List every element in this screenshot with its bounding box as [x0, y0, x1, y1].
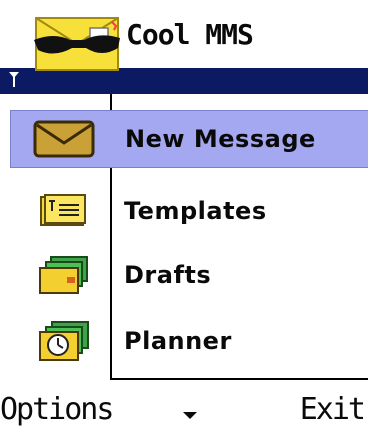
- options-softkey[interactable]: Options: [0, 392, 114, 427]
- menu-item-templates[interactable]: Templates: [10, 182, 368, 240]
- menu-item-drafts[interactable]: Drafts: [10, 246, 368, 304]
- envelope-icon: [29, 115, 99, 163]
- content-bottom-border: [110, 378, 368, 380]
- menu-item-label: Drafts: [124, 261, 212, 289]
- menu-item-label: Planner: [124, 327, 232, 355]
- sunglasses-envelope-logo: [34, 17, 120, 71]
- menu-item-planner[interactable]: Planner: [10, 312, 368, 370]
- exit-softkey[interactable]: Exit: [300, 392, 366, 427]
- menu-item-new-message[interactable]: New Message: [10, 110, 368, 168]
- menu-item-label: New Message: [125, 125, 316, 153]
- app-title: Cool MMS: [126, 18, 254, 51]
- menu-item-label: Templates: [124, 197, 267, 225]
- clock-planner-icon: [28, 317, 98, 365]
- down-arrow-icon[interactable]: [180, 406, 200, 422]
- softkey-bar: Options Exit: [0, 384, 368, 432]
- template-icon: [28, 187, 98, 235]
- signal-antenna-icon: [9, 72, 19, 87]
- drafts-folder-icon: [28, 251, 98, 299]
